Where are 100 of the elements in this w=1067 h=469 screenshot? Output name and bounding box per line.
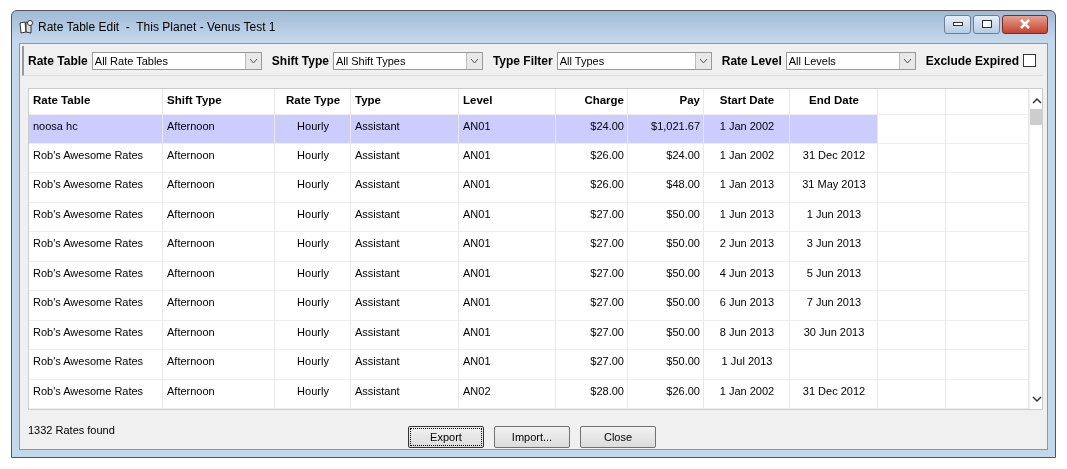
table-cell: AN01 [459, 350, 556, 380]
checkbox-label: Exclude Expired [925, 53, 1020, 68]
table-cell: Afternoon [163, 320, 275, 351]
filter-dropdown[interactable]: All Shift Types [332, 51, 483, 70]
column-header[interactable]: End Date [790, 89, 878, 115]
table-cell: $28.00 [556, 379, 628, 409]
column-header[interactable]: Shift Type [163, 89, 275, 115]
table-cell: Hourly [275, 379, 351, 409]
caret-icon [898, 52, 915, 69]
table-cell: 2 Jun 2013 [704, 232, 790, 262]
column-header[interactable]: Type [351, 89, 459, 115]
table-cell: 6 Jun 2013 [704, 291, 790, 321]
table-cell: Afternoon [163, 232, 275, 262]
table-cell[interactable]: Rob's Awesome Rates [29, 379, 163, 409]
close-button[interactable] [1002, 14, 1048, 34]
table-cell: 8 Jun 2013 [704, 320, 790, 351]
table-cell: 31 Dec 2012 [790, 379, 878, 409]
filter-label: Shift Type [271, 53, 329, 68]
maximize-button[interactable] [973, 14, 1000, 34]
column-header[interactable]: Start Date [704, 89, 790, 115]
table-cell[interactable]: Rob's Awesome Rates [29, 320, 163, 351]
table-cell: AN01 [459, 143, 556, 174]
table-cell: 1 Jan 2002 [704, 114, 790, 144]
table-cell [878, 379, 946, 409]
table-cell: Hourly [275, 291, 351, 321]
table-cell: 5 Jun 2013 [790, 261, 878, 292]
table-cell: Hourly [275, 173, 351, 203]
scroll-up-icon[interactable] [1032, 97, 1042, 105]
table-cell: Assistant [351, 202, 459, 233]
table-cell[interactable]: Rob's Awesome Rates [29, 291, 163, 321]
table-cell: 30 Jun 2013 [790, 320, 878, 351]
table-cell: Assistant [351, 261, 459, 292]
caret-icon [465, 52, 482, 69]
table-cell: $24.00 [556, 114, 628, 144]
table-cell: AN01 [459, 291, 556, 321]
table-cell [878, 114, 946, 144]
table-cell: Afternoon [163, 291, 275, 321]
table-cell: $27.00 [556, 320, 628, 351]
table-cell: Afternoon [163, 261, 275, 292]
column-header[interactable]: Rate Type [275, 89, 351, 115]
table-cell: AN01 [459, 114, 556, 144]
table-cell: Afternoon [163, 379, 275, 409]
dialog-button[interactable]: Import... [494, 425, 570, 448]
table-cell: Hourly [275, 320, 351, 351]
filter-label: Rate Level [721, 53, 782, 68]
filter-label: Rate Table [28, 53, 88, 68]
table-cell: Afternoon [163, 350, 275, 380]
table-cell: $27.00 [556, 232, 628, 262]
table-cell: $50.00 [628, 320, 704, 351]
table-cell: Afternoon [163, 202, 275, 233]
table-cell[interactable]: Rob's Awesome Rates [29, 143, 163, 174]
table-cell[interactable]: Rob's Awesome Rates [29, 261, 163, 292]
table-cell: 4 Jun 2013 [704, 261, 790, 292]
table-cell: Assistant [351, 232, 459, 262]
table-cell: Assistant [351, 320, 459, 351]
table-cell[interactable]: noosa hc [29, 114, 163, 144]
column-header[interactable]: Charge [556, 89, 628, 115]
table-cell: $27.00 [556, 291, 628, 321]
column-header[interactable]: Rate Table [29, 89, 163, 115]
scrollbar[interactable] [1029, 89, 1042, 409]
book-icon [19, 20, 33, 34]
table-cell: AN02 [459, 379, 556, 409]
table-cell: $50.00 [628, 261, 704, 292]
column-header[interactable]: Level [459, 89, 556, 115]
checkbox[interactable] [1023, 54, 1037, 67]
close-icon [1019, 19, 1031, 29]
column-header[interactable]: Pay [628, 89, 704, 115]
table-cell: $26.00 [628, 379, 704, 409]
minimize-button[interactable] [944, 14, 971, 34]
table-cell: Hourly [275, 143, 351, 174]
table-cell: Hourly [275, 232, 351, 262]
filter-dropdown[interactable]: All Types [556, 51, 712, 70]
table-cell: AN01 [459, 320, 556, 351]
filter-dropdown[interactable]: All Levels [785, 51, 916, 70]
table-cell: 1 Jun 2013 [790, 202, 878, 233]
filter-dropdown[interactable]: All Rate Tables [91, 51, 262, 70]
table-cell [878, 143, 946, 174]
table-cell: $48.00 [628, 173, 704, 203]
scroll-down-icon[interactable] [1032, 395, 1042, 403]
table-cell[interactable]: Rob's Awesome Rates [29, 232, 163, 262]
scroll-thumb[interactable] [1030, 109, 1042, 125]
caret-icon [694, 52, 711, 69]
table-cell: 31 May 2013 [790, 173, 878, 203]
table-cell: Assistant [351, 173, 459, 203]
table-cell: Hourly [275, 261, 351, 292]
maximize-icon [981, 20, 992, 28]
table-cell: Assistant [351, 114, 459, 144]
table-cell: Hourly [275, 114, 351, 144]
table-cell[interactable]: Rob's Awesome Rates [29, 173, 163, 203]
table-cell: AN01 [459, 261, 556, 292]
caret-icon [244, 52, 261, 69]
table-cell: Afternoon [163, 173, 275, 203]
dialog-button[interactable]: Export [408, 425, 484, 448]
table-cell[interactable]: Rob's Awesome Rates [29, 350, 163, 380]
table-cell[interactable]: Rob's Awesome Rates [29, 202, 163, 233]
table-cell: 1 Jan 2013 [704, 173, 790, 203]
table-cell: 1 Jan 2002 [704, 143, 790, 174]
dialog-button[interactable]: Close [580, 425, 656, 448]
table-cell: $26.00 [556, 143, 628, 174]
table-cell: Assistant [351, 143, 459, 174]
